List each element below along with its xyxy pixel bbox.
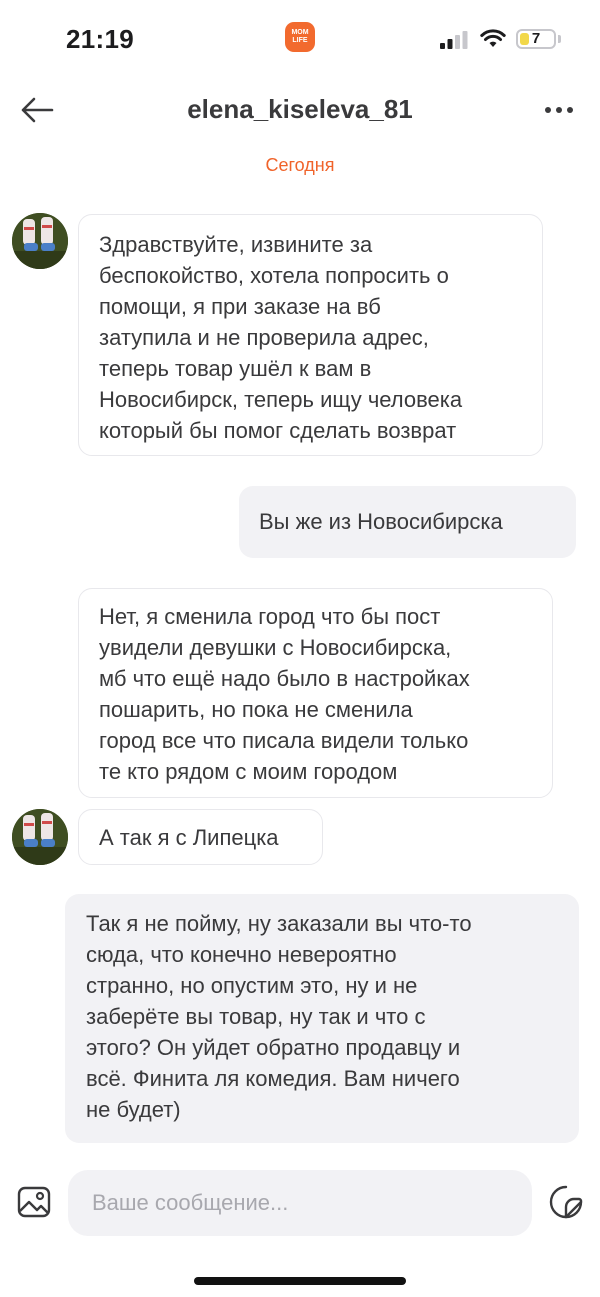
more-horizontal-icon xyxy=(545,107,551,113)
message-line: странно, но опустим это, ну и не xyxy=(86,973,418,998)
message-bubble-incoming[interactable]: А так я с Липецка xyxy=(78,809,323,865)
attach-image-button[interactable] xyxy=(14,1182,54,1222)
message-input[interactable] xyxy=(68,1170,532,1236)
message-line: заберёте вы товар, ну так и что с xyxy=(86,1004,426,1029)
sticker-icon xyxy=(549,1185,583,1219)
message-line: этого? Он уйдет обратно продавцу и xyxy=(86,1035,461,1060)
chat-title[interactable]: elena_kiseleva_81 xyxy=(0,94,600,125)
battery-icon: 7 xyxy=(516,29,556,49)
home-indicator[interactable] xyxy=(194,1277,406,1285)
message-line: затупила и не проверила адрес, xyxy=(99,325,429,350)
more-horizontal-icon-dot xyxy=(556,107,562,113)
message-line: те кто рядом с моим городом xyxy=(99,759,398,784)
message-line: сюда, что конечно невероятно xyxy=(86,942,397,967)
message-line: который бы помог сделать возврат xyxy=(99,418,457,443)
message-line: Здравствуйте, извините за xyxy=(99,232,373,257)
message-line: беспокойство, хотела попросить о xyxy=(99,263,449,288)
message-line: увидели девушки с Новосибирска, xyxy=(99,635,452,660)
app-badge-line1: MOM xyxy=(291,29,309,36)
avatar[interactable] xyxy=(12,213,68,269)
message-bubble-outgoing[interactable]: Так я не пойму, ну заказали вы что-то сю… xyxy=(65,894,579,1143)
battery-level: 7 xyxy=(531,30,541,47)
status-time: 21:19 xyxy=(66,24,134,54)
message-line: мб что ещё надо было в настройках xyxy=(99,666,470,691)
message-bubble-outgoing[interactable]: Вы же из Новосибирска xyxy=(239,486,576,558)
avatar-image xyxy=(12,213,68,269)
image-icon xyxy=(17,1186,51,1218)
battery-tip xyxy=(558,35,561,43)
message-line: Вы же из Новосибирска xyxy=(259,509,503,534)
avatar[interactable] xyxy=(12,809,68,865)
sticker-button[interactable] xyxy=(546,1182,586,1222)
more-options-button[interactable] xyxy=(538,90,580,130)
wifi-icon xyxy=(480,29,506,47)
date-divider: Сегодня xyxy=(265,155,335,175)
message-line: Нет, я сменила город что бы пост xyxy=(99,604,441,629)
message-line: пошарить, но пока не сменила xyxy=(99,697,413,722)
avatar-image xyxy=(12,809,68,865)
message-bubble-incoming[interactable]: Здравствуйте, извините за беспокойство, … xyxy=(78,214,543,456)
message-line: Новосибирск, теперь ищу человека xyxy=(99,387,463,412)
message-composer xyxy=(0,1168,600,1238)
message-line: помощи, я при заказе на вб xyxy=(99,294,381,319)
message-line: всё. Финита ля комедия. Вам ничего xyxy=(86,1066,460,1091)
status-bar: 21:19 MOM LIFE 7 xyxy=(0,0,600,80)
app-logo-icon: MOM LIFE xyxy=(285,22,315,52)
message-bubble-incoming[interactable]: Нет, я сменила город что бы пост увидели… xyxy=(78,588,553,798)
more-horizontal-icon-dot xyxy=(567,107,573,113)
cellular-signal-icon xyxy=(440,31,468,49)
app-badge-line2: LIFE xyxy=(292,37,308,44)
chat-header: elena_kiseleva_81 xyxy=(0,80,600,140)
message-line: Так я не пойму, ну заказали вы что-то xyxy=(86,911,472,936)
message-line: не будет) xyxy=(86,1097,181,1122)
message-line: теперь товар ушёл к вам в xyxy=(99,356,372,381)
message-line: А так я с Липецка xyxy=(99,825,279,850)
message-line: город все что писала видели только xyxy=(99,728,469,753)
